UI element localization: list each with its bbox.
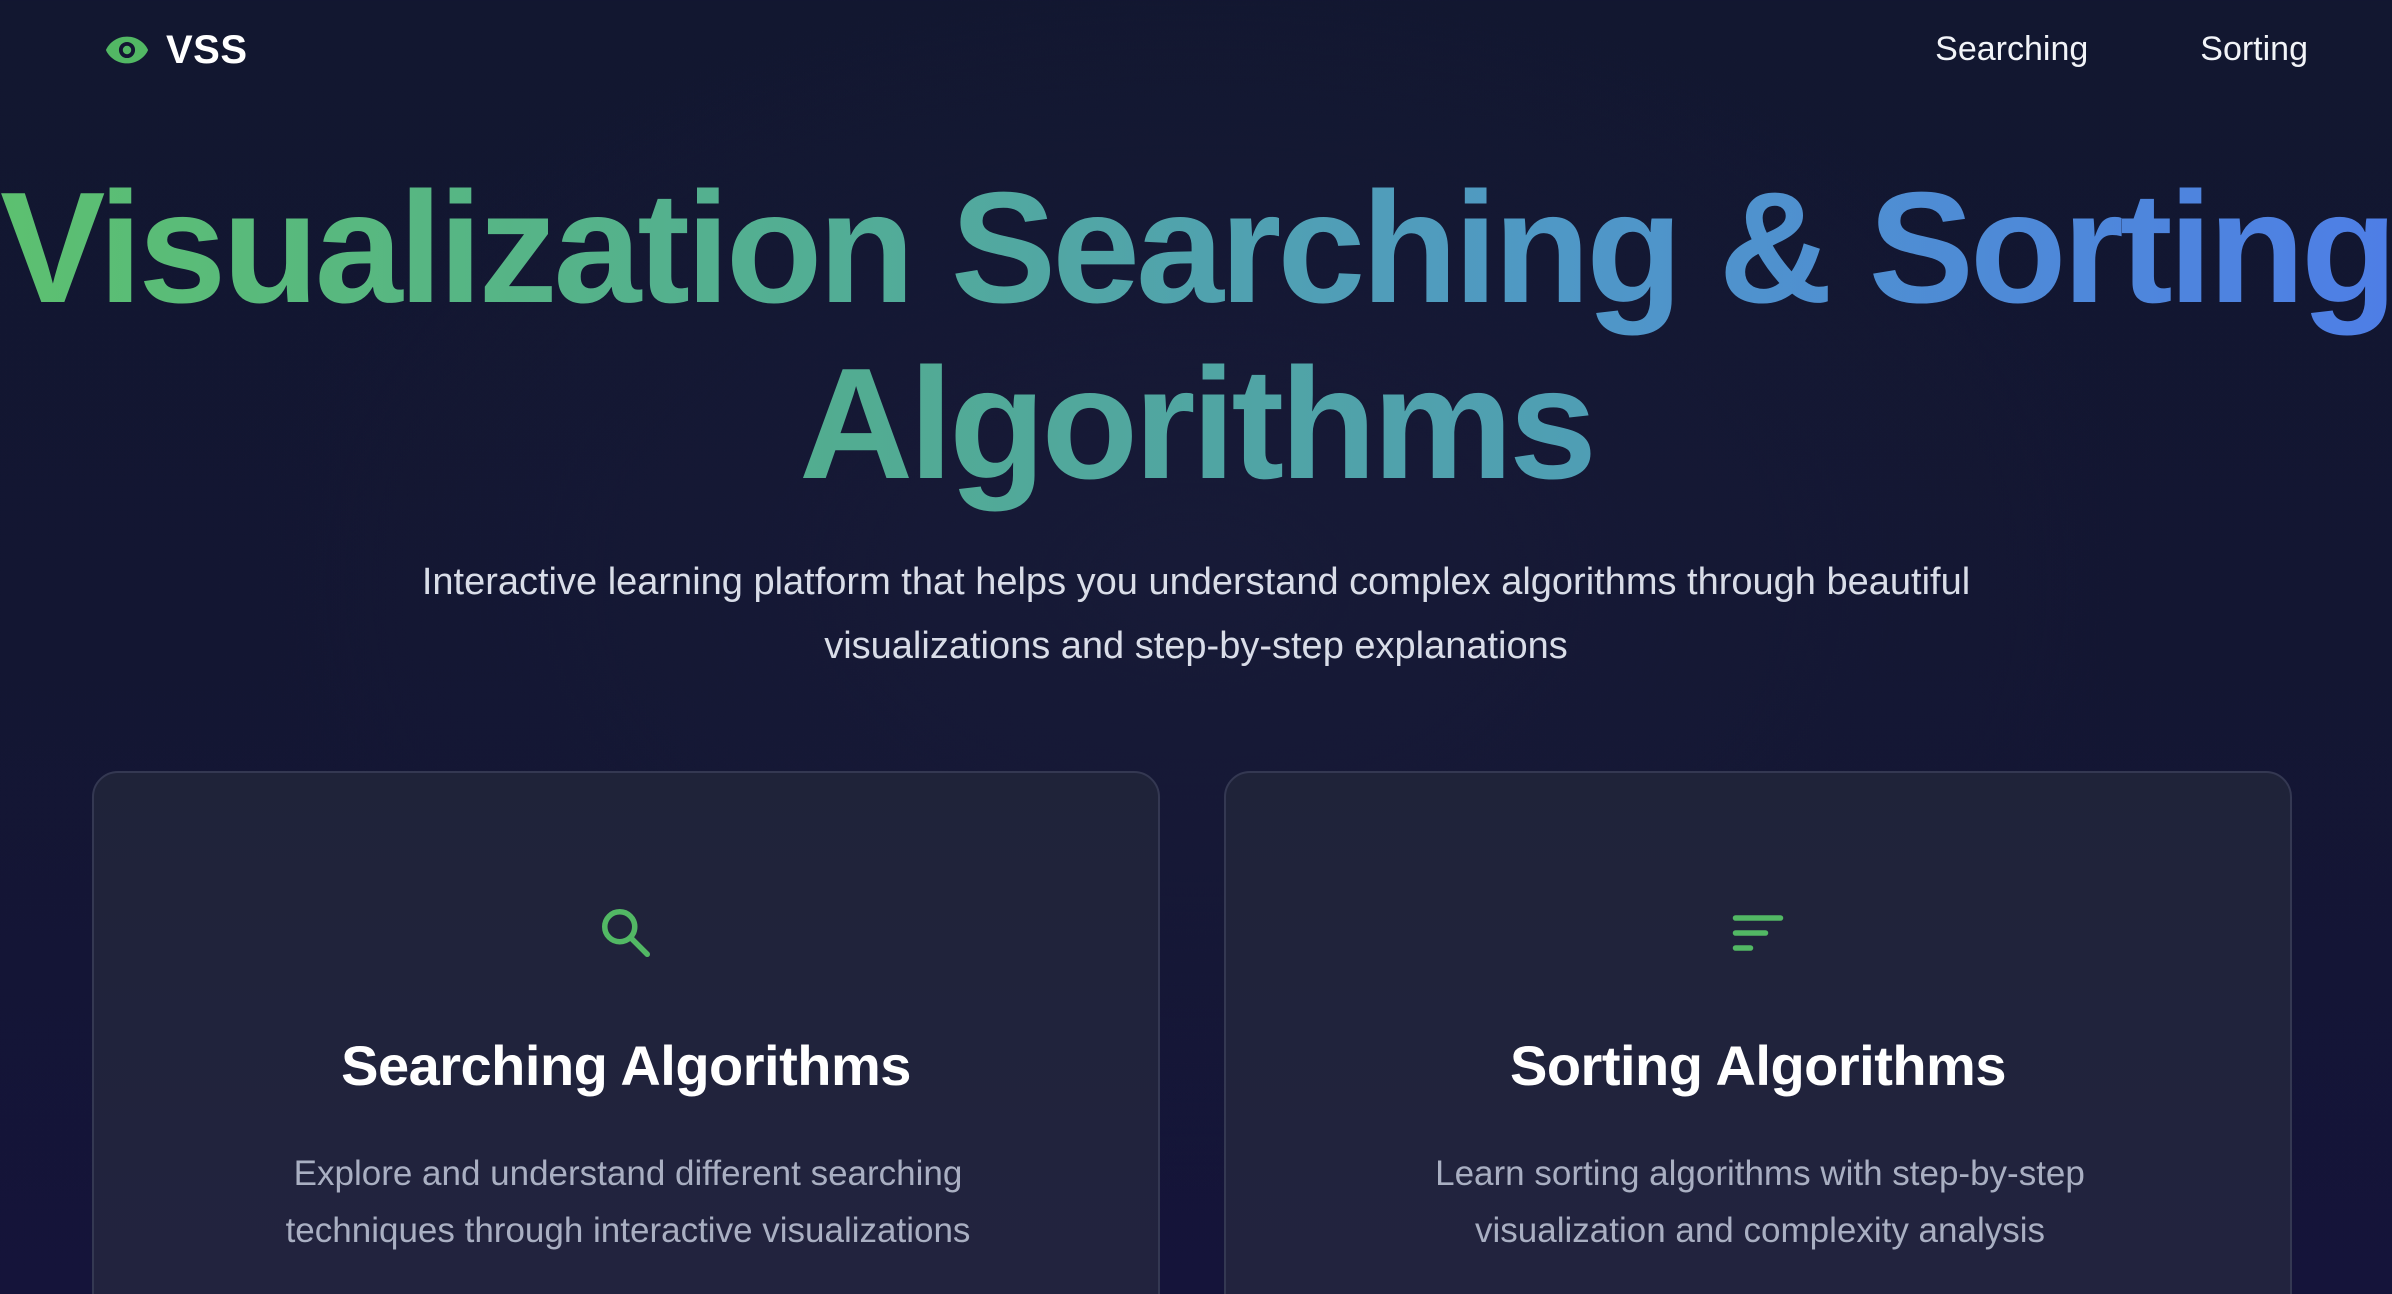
hero-subtitle: Interactive learning platform that helps… (421, 561, 1971, 667)
nav-link-searching[interactable]: Searching (1935, 30, 2088, 69)
card-title: Searching Algorithms (341, 1034, 911, 1097)
searching-algorithms-card[interactable]: Searching Algorithms Explore and underst… (92, 771, 1160, 1294)
hero-title-line1: Visualization Searching & Sorting (0, 160, 2392, 336)
hero-title-line2: Algorithms (799, 336, 1597, 512)
nav-links: Searching Sorting (1935, 30, 2308, 69)
sorting-algorithms-card[interactable]: Sorting Algorithms Learn sorting algorit… (1224, 771, 2292, 1294)
hero-title: Visualization Searching & Sorting Algori… (0, 160, 2392, 512)
search-icon (596, 903, 656, 963)
logo[interactable]: VSS (104, 27, 248, 73)
nav-link-sorting[interactable]: Sorting (2200, 30, 2308, 69)
card-description: Explore and understand different searchi… (285, 1154, 971, 1250)
eye-icon (104, 27, 150, 73)
card-title: Sorting Algorithms (1509, 1034, 2007, 1097)
navbar: VSS Searching Sorting (0, 0, 2392, 100)
logo-text: VSS (166, 27, 248, 72)
sort-icon (1728, 903, 1788, 963)
card-description: Learn sorting algorithms with step-by-st… (1435, 1154, 2085, 1250)
